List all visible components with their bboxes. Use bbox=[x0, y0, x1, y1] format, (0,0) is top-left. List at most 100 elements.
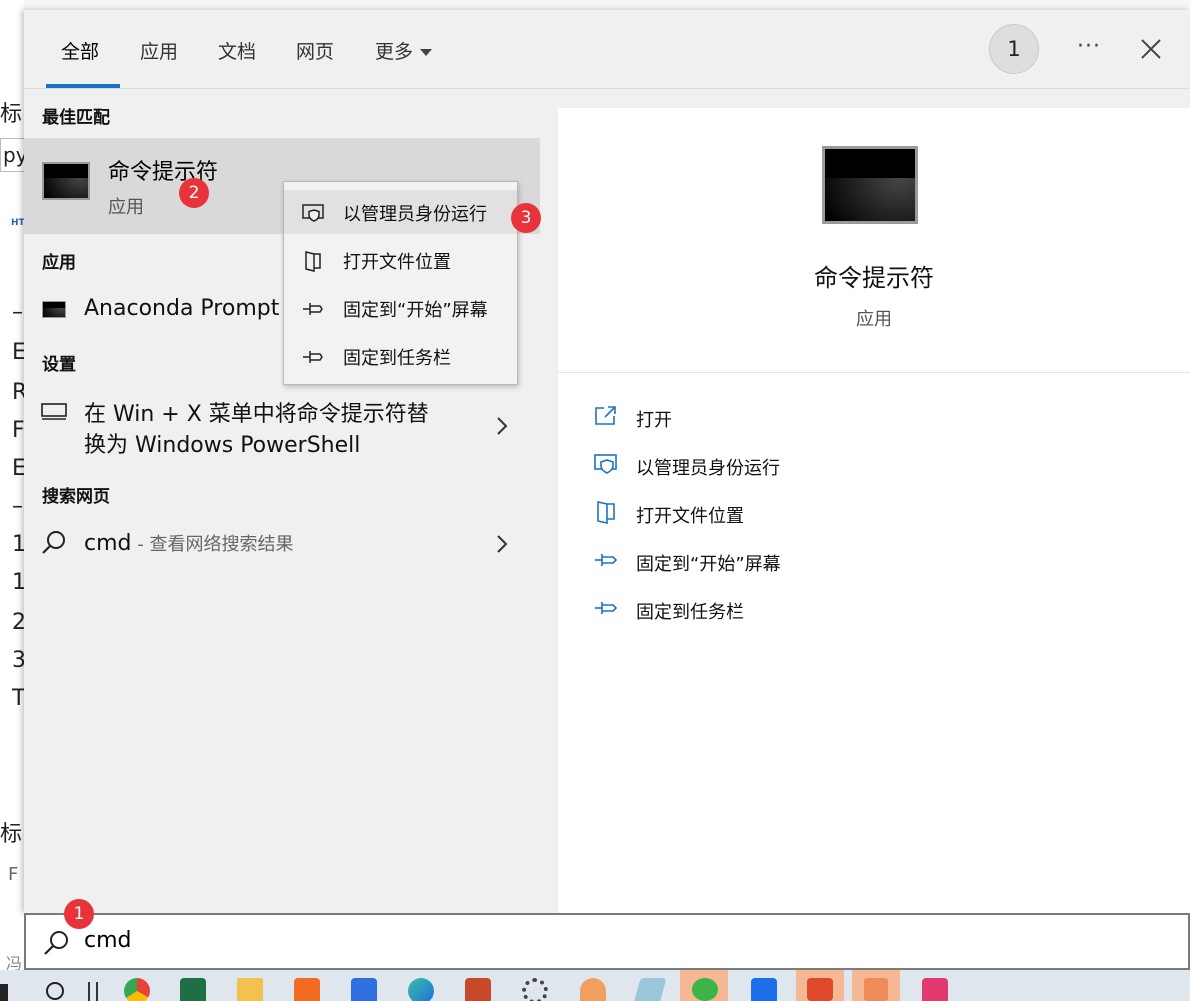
command-prompt-icon bbox=[42, 162, 90, 200]
background-text: HT bbox=[11, 218, 24, 228]
tabs-divider bbox=[24, 88, 1190, 89]
best-match-subtitle: 应用 bbox=[108, 197, 144, 218]
background-text: T bbox=[12, 686, 24, 711]
file-location-icon bbox=[305, 251, 321, 272]
wps-taskbar-slot[interactable] bbox=[796, 970, 844, 1001]
background-text: 2 bbox=[12, 610, 24, 635]
eraser-app-icon[interactable] bbox=[633, 978, 667, 1001]
settings-result-line2: 换为 Windows PowerShell bbox=[84, 433, 361, 458]
fox-app-icon[interactable] bbox=[580, 978, 606, 1001]
background-text: F bbox=[8, 864, 19, 885]
preview-action-run-as-admin[interactable]: 以管理员身份运行 bbox=[594, 446, 1154, 486]
close-icon[interactable] bbox=[1138, 36, 1164, 62]
preview-action-open[interactable]: 打开 bbox=[594, 398, 1154, 438]
preview-action-pin-to-taskbar[interactable]: 固定到任务栏 bbox=[594, 590, 1154, 630]
feishu-icon[interactable] bbox=[751, 978, 777, 1001]
file-location-icon bbox=[597, 501, 615, 524]
excel-icon[interactable] bbox=[180, 978, 206, 1001]
context-menu-pin-to-taskbar[interactable]: 固定到任务栏 bbox=[284, 334, 517, 378]
context-menu-label: 打开文件位置 bbox=[343, 252, 451, 273]
section-header-settings: 设置 bbox=[42, 355, 76, 375]
pin-icon bbox=[595, 602, 618, 614]
background-text: – bbox=[12, 300, 23, 325]
search-box[interactable]: cmd bbox=[24, 913, 1190, 970]
tab-documents[interactable]: 文档 bbox=[218, 37, 256, 64]
background-text: 1 bbox=[12, 570, 24, 595]
preview-action-open-file-location[interactable]: 打开文件位置 bbox=[594, 494, 1154, 534]
pin-icon bbox=[303, 303, 323, 315]
annotation-badge-1: 1 bbox=[64, 899, 94, 929]
open-icon bbox=[595, 406, 616, 425]
edge-icon[interactable] bbox=[408, 978, 434, 1001]
pin-icon bbox=[595, 554, 618, 566]
web-result-label: cmd - 查看网络搜索结果 bbox=[84, 530, 293, 556]
preview-action-label: 以管理员身份运行 bbox=[636, 458, 780, 479]
sogou-icon[interactable] bbox=[294, 978, 320, 1001]
tab-apps[interactable]: 应用 bbox=[140, 37, 178, 64]
tab-more[interactable]: 更多 bbox=[375, 37, 433, 64]
preview-subtitle: 应用 bbox=[856, 309, 892, 330]
chrome-icon[interactable] bbox=[124, 978, 150, 1001]
task-view-icon[interactable] bbox=[88, 982, 98, 1001]
context-menu-open-file-location[interactable]: 打开文件位置 bbox=[284, 238, 517, 282]
taskbar bbox=[0, 970, 1190, 1001]
pdf-app-icon[interactable] bbox=[922, 978, 948, 1001]
tencent-meeting-icon[interactable] bbox=[351, 978, 377, 1001]
settings-icon[interactable] bbox=[522, 978, 548, 1001]
background-text: – bbox=[12, 494, 23, 519]
tab-all[interactable]: 全部 bbox=[61, 37, 99, 64]
background-text: E bbox=[12, 340, 24, 365]
web-result-cmd[interactable]: cmd - 查看网络搜索结果 bbox=[24, 522, 540, 566]
account-avatar[interactable]: 1 bbox=[989, 24, 1039, 74]
context-menu-run-as-admin[interactable]: 以管理员身份运行 bbox=[284, 190, 517, 234]
chevron-right-icon bbox=[497, 535, 508, 553]
wechat-taskbar-slot[interactable] bbox=[680, 970, 728, 1001]
search-icon bbox=[42, 531, 65, 554]
settings-result-powershell[interactable]: 在 Win + X 菜单中将命令提示符替 换为 Windows PowerShe… bbox=[24, 390, 540, 460]
context-menu-pin-to-start[interactable]: 固定到“开始”屏幕 bbox=[284, 286, 517, 330]
file-explorer-icon[interactable] bbox=[237, 978, 263, 1001]
preview-action-label: 打开文件位置 bbox=[636, 506, 744, 527]
context-menu: 以管理员身份运行 打开文件位置 固定到“开始”屏幕 固定到任务栏 bbox=[283, 181, 518, 385]
tab-web[interactable]: 网页 bbox=[296, 37, 334, 64]
app-result-label: Anaconda Prompt bbox=[84, 296, 280, 321]
settings-result-line1: 在 Win + X 菜单中将命令提示符替 bbox=[84, 402, 429, 427]
annotation-badge-3: 3 bbox=[511, 203, 541, 233]
search-icon[interactable] bbox=[42, 978, 68, 1001]
context-menu-label: 固定到任务栏 bbox=[343, 348, 451, 369]
background-text: py bbox=[0, 138, 24, 172]
powerpoint-icon[interactable] bbox=[465, 978, 491, 1001]
wechat-icon bbox=[692, 978, 718, 1001]
context-menu-label: 以管理员身份运行 bbox=[343, 204, 487, 225]
ellipsis-icon[interactable]: ··· bbox=[1072, 32, 1106, 66]
web-result-suffix: - 查看网络搜索结果 bbox=[131, 534, 294, 555]
preview-action-pin-to-start[interactable]: 固定到“开始”屏幕 bbox=[594, 542, 1154, 582]
monitor-icon bbox=[41, 403, 67, 420]
preview-action-label: 固定到任务栏 bbox=[636, 602, 744, 623]
tab-more-label: 更多 bbox=[375, 41, 414, 63]
background-text: 1 bbox=[12, 532, 24, 557]
annotation-badge-2: 2 bbox=[179, 178, 209, 208]
command-prompt-icon bbox=[42, 301, 66, 318]
start-search-panel: 全部 应用 文档 网页 更多 1 ··· 最佳匹配 命令提示符 应用 应用 An… bbox=[24, 10, 1190, 913]
preview-pane: 命令提示符 应用 打开 以管理员身份运行 打开文件位置 固定到“开始”屏幕 固定… bbox=[558, 108, 1190, 913]
background-browser-page: 标 py HT – E R F E – 1 1 2 3 T 标 F 冯 bbox=[0, 0, 24, 1001]
background-text: 标 bbox=[0, 102, 23, 127]
section-header-apps: 应用 bbox=[42, 253, 76, 273]
background-text: 3 bbox=[12, 648, 24, 673]
preview-action-label: 打开 bbox=[636, 410, 672, 431]
shield-icon bbox=[302, 204, 324, 222]
caret-down-icon bbox=[420, 49, 433, 56]
volume-taskbar-slot[interactable] bbox=[852, 970, 900, 1001]
search-input[interactable]: cmd bbox=[84, 928, 132, 953]
context-menu-label: 固定到“开始”屏幕 bbox=[343, 300, 488, 321]
command-prompt-icon bbox=[822, 146, 918, 224]
background-text: 标 bbox=[0, 822, 23, 847]
background-text: E bbox=[12, 456, 24, 481]
section-header-best-match: 最佳匹配 bbox=[42, 108, 110, 128]
windows-start-icon[interactable] bbox=[0, 984, 8, 1001]
web-result-query: cmd bbox=[84, 531, 132, 556]
pin-icon bbox=[303, 351, 323, 363]
background-text: F bbox=[12, 418, 24, 443]
shield-icon bbox=[594, 454, 617, 474]
